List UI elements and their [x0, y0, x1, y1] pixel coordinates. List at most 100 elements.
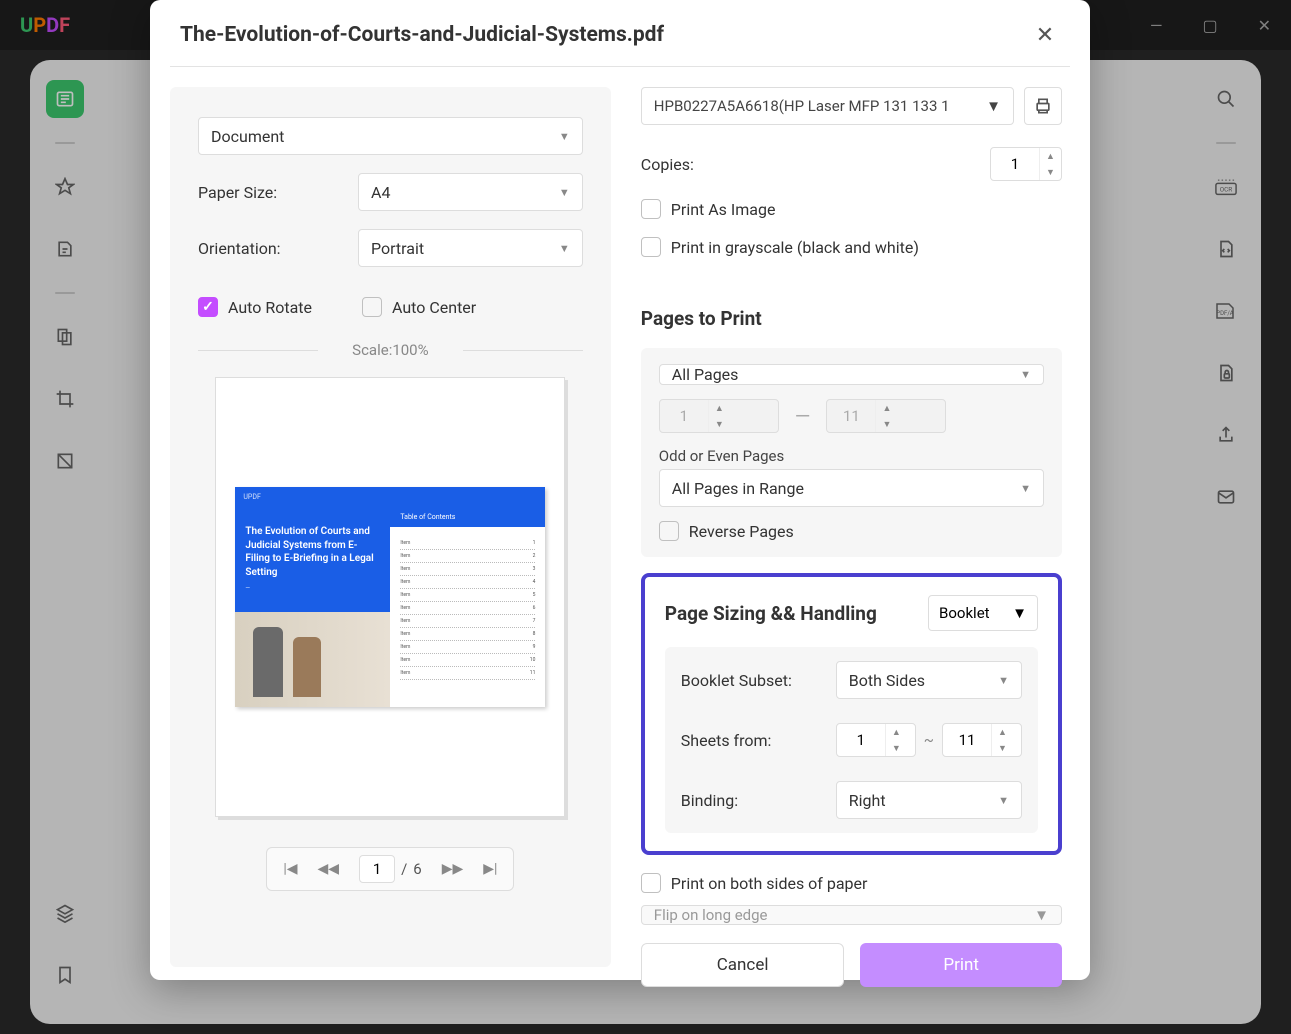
pages-to-print-title: Pages to Print: [641, 307, 1062, 330]
auto-center-checkbox[interactable]: Auto Center: [362, 297, 476, 317]
caret-icon: ▼: [986, 97, 1001, 115]
dec-button[interactable]: ▼: [709, 416, 730, 432]
checkbox-icon: [641, 237, 661, 257]
caret-icon: ▼: [559, 186, 570, 199]
settings-panel: HPB0227A5A6618(HP Laser MFP 131 133 1 ▼ …: [641, 87, 1070, 967]
auto-rotate-label: Auto Rotate: [228, 298, 312, 317]
print-as-image-checkbox[interactable]: Print As Image: [641, 199, 1062, 219]
paper-size-select[interactable]: A4 ▼: [358, 173, 583, 211]
print-button[interactable]: Print: [860, 943, 1062, 987]
caret-icon: ▼: [559, 130, 570, 143]
range-tilde: ~: [916, 731, 942, 749]
booklet-box: Booklet Subset: Both Sides ▼ Sheets from…: [665, 647, 1038, 833]
auto-center-label: Auto Center: [392, 298, 476, 317]
paper-size-label: Paper Size:: [198, 183, 358, 202]
preview-right-page: Table of Contents Item1 Item2 Item3 Item…: [390, 487, 545, 707]
dec-button[interactable]: ▼: [992, 740, 1013, 756]
booklet-subset-value: Both Sides: [849, 671, 925, 690]
print-both-sides-checkbox[interactable]: Print on both sides of paper: [641, 873, 1062, 893]
first-page-button[interactable]: |◀: [283, 861, 297, 877]
printer-settings-button[interactable]: [1024, 87, 1062, 125]
orientation-label: Orientation:: [198, 239, 358, 258]
inc-button[interactable]: ▲: [992, 724, 1013, 740]
dialog-title: The-Evolution-of-Courts-and-Judicial-Sys…: [180, 23, 664, 47]
reverse-pages-label: Reverse Pages: [689, 522, 794, 541]
flip-select[interactable]: Flip on long edge ▼: [641, 905, 1062, 925]
cancel-button[interactable]: Cancel: [641, 943, 845, 987]
toc-heading: Table of Contents: [400, 513, 455, 521]
next-page-button[interactable]: ▶▶: [442, 861, 464, 877]
checkbox-icon: [641, 873, 661, 893]
inc-button[interactable]: ▲: [876, 400, 897, 416]
dialog-body: Document ▼ Paper Size: A4 ▼ Orientation:…: [150, 67, 1090, 977]
preview-subtitle: —: [245, 585, 380, 592]
orientation-select[interactable]: Portrait ▼: [358, 229, 583, 267]
checkbox-icon: [198, 297, 218, 317]
close-dialog-button[interactable]: ✕: [1030, 20, 1060, 50]
caret-icon: ▼: [1020, 482, 1031, 495]
auto-rotate-checkbox[interactable]: Auto Rotate: [198, 297, 312, 317]
prev-page-button[interactable]: ◀◀: [318, 861, 340, 877]
inc-button[interactable]: ▲: [709, 400, 730, 416]
range-dash: —: [795, 404, 811, 428]
print-mode-select[interactable]: Document ▼: [198, 117, 583, 155]
preview-photo: [235, 612, 390, 707]
copies-label: Copies:: [641, 155, 694, 174]
odd-even-label: Odd or Even Pages: [659, 447, 1044, 465]
caret-icon: ▼: [998, 674, 1009, 687]
page-number: / 6: [359, 855, 422, 883]
sheets-from-input[interactable]: [837, 731, 885, 749]
caret-icon: ▼: [998, 794, 1009, 807]
booklet-subset-select[interactable]: Both Sides ▼: [836, 661, 1022, 699]
orientation-value: Portrait: [371, 239, 424, 258]
paper-size-value: A4: [371, 183, 390, 202]
caret-icon: ▼: [1012, 604, 1027, 622]
odd-even-value: All Pages in Range: [672, 479, 804, 498]
page-sizing-section: Page Sizing && Handling Booklet ▼ Bookle…: [641, 573, 1062, 855]
binding-value: Right: [849, 791, 886, 810]
booklet-subset-label: Booklet Subset:: [681, 671, 836, 690]
copies-spinner[interactable]: ▲▼: [990, 147, 1062, 181]
dec-button[interactable]: ▼: [876, 416, 897, 432]
sheets-to-input[interactable]: [943, 731, 991, 749]
range-to-spinner[interactable]: ▲▼: [826, 399, 946, 433]
caret-icon: ▼: [1020, 368, 1031, 381]
scale-label: Scale:100%: [198, 341, 583, 359]
dec-button[interactable]: ▼: [1040, 164, 1061, 180]
preview-doc-title: The Evolution of Courts and Judicial Sys…: [245, 525, 380, 579]
inc-button[interactable]: ▲: [886, 724, 907, 740]
range-from-spinner[interactable]: ▲▼: [659, 399, 779, 433]
flip-value: Flip on long edge: [654, 906, 768, 924]
dec-button[interactable]: ▼: [886, 740, 907, 756]
odd-even-select[interactable]: All Pages in Range ▼: [659, 469, 1044, 507]
copies-input[interactable]: [991, 155, 1039, 173]
preview-wrap: UPDF The Evolution of Courts and Judicia…: [198, 377, 583, 947]
printer-select[interactable]: HPB0227A5A6618(HP Laser MFP 131 133 1 ▼: [641, 87, 1014, 125]
page-input[interactable]: [359, 855, 395, 883]
printer-value: HPB0227A5A6618(HP Laser MFP 131 133 1: [654, 97, 950, 115]
caret-icon: ▼: [1034, 906, 1049, 924]
pages-to-print-box: All Pages ▼ ▲▼ — ▲▼ Odd or Even Pages: [641, 348, 1062, 557]
preview-left-page: UPDF The Evolution of Courts and Judicia…: [235, 487, 390, 707]
checkbox-icon: [659, 521, 679, 541]
print-grayscale-checkbox[interactable]: Print in grayscale (black and white): [641, 237, 1062, 257]
sheets-to-spinner[interactable]: ▲▼: [942, 723, 1022, 757]
print-grayscale-label: Print in grayscale (black and white): [671, 238, 919, 257]
checkbox-icon: [362, 297, 382, 317]
last-page-button[interactable]: ▶|: [483, 861, 497, 877]
preview-brand: UPDF: [243, 493, 260, 501]
sizing-mode-select[interactable]: Booklet ▼: [928, 595, 1038, 631]
page-sizing-title: Page Sizing && Handling: [665, 602, 877, 625]
inc-button[interactable]: ▲: [1040, 148, 1061, 164]
binding-select[interactable]: Right ▼: [836, 781, 1022, 819]
binding-label: Binding:: [681, 791, 836, 810]
preview-spread: UPDF The Evolution of Courts and Judicia…: [235, 487, 545, 707]
reverse-pages-checkbox[interactable]: Reverse Pages: [659, 521, 1044, 541]
caret-icon: ▼: [559, 242, 570, 255]
print-as-image-label: Print As Image: [671, 200, 776, 219]
checkbox-icon: [641, 199, 661, 219]
page-range-select[interactable]: All Pages ▼: [659, 364, 1044, 385]
sheets-from-spinner[interactable]: ▲▼: [836, 723, 916, 757]
printer-icon: [1033, 96, 1053, 116]
range-to-input: [827, 407, 875, 425]
